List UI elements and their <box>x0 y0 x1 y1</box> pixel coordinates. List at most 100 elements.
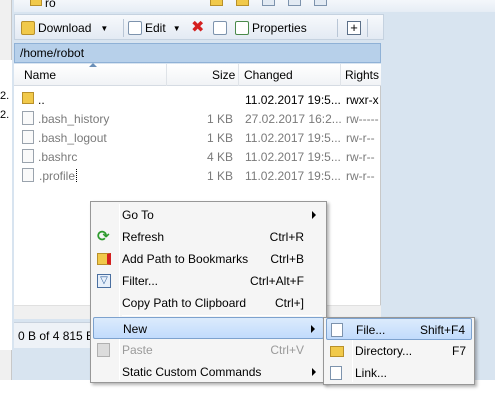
file-changed: 11.02.2017 19:5... <box>245 93 341 107</box>
column-divider[interactable] <box>340 64 341 86</box>
new-link-icon <box>330 365 346 381</box>
path-bar[interactable]: /home/robot <box>14 43 381 63</box>
submenu-arrow-icon <box>311 325 315 333</box>
folder-up-icon <box>22 92 34 106</box>
file-rights: rw-r-- <box>346 131 375 145</box>
download-button[interactable]: Download ▼ <box>21 19 108 37</box>
rename-button[interactable] <box>213 19 227 37</box>
plus-icon: + <box>347 21 361 35</box>
file-rights: rw-r-- <box>346 150 375 164</box>
menu-item-label: Refresh <box>122 230 165 244</box>
file-name: .bashrc <box>38 150 78 164</box>
menu-item-filter[interactable]: ▽ Filter... Ctrl+Alt+F <box>93 270 324 292</box>
submenu-item-shortcut: Shift+F4 <box>419 323 465 337</box>
edit-icon <box>128 21 142 35</box>
file-size: 1 KB <box>206 112 233 126</box>
remote-dir-label[interactable]: ro <box>45 0 56 10</box>
submenu-item-file[interactable]: File... Shift+F4 <box>326 318 472 340</box>
home-dir-icon[interactable] <box>262 0 275 6</box>
left-panel-fragment: 2. <box>0 90 10 102</box>
submenu-item-directory[interactable]: Directory... F7 <box>326 340 472 362</box>
refresh-dir-icon[interactable] <box>288 0 301 6</box>
chevron-down-icon[interactable]: ▼ <box>173 24 181 33</box>
new-button[interactable]: + <box>347 19 361 37</box>
file-size: 4 KB <box>206 150 233 164</box>
filter-icon: ▽ <box>97 273 113 289</box>
menu-item-copy-path[interactable]: Copy Path to Clipboard Ctrl+] <box>93 292 324 314</box>
menu-item-paste[interactable]: Paste Ctrl+V <box>93 339 324 361</box>
submenu-item-link[interactable]: Link... <box>326 362 472 384</box>
root-dir-icon[interactable] <box>236 0 249 6</box>
menu-item-refresh[interactable]: ⟳ Refresh Ctrl+R <box>93 226 324 248</box>
table-row[interactable]: .bash_logout 1 KB 11.02.2017 19:5... rw-… <box>14 128 381 147</box>
edit-button[interactable]: Edit ▼ <box>128 19 181 37</box>
menu-separator <box>122 315 322 316</box>
submenu-item-label: Link... <box>355 366 388 380</box>
toolbar-divider <box>337 19 338 37</box>
table-row[interactable]: .profile 1 KB 11.02.2017 19:5... rw-r-- <box>14 166 381 185</box>
find-files-icon[interactable] <box>314 0 327 6</box>
left-panel-fragment: 2. <box>0 109 10 121</box>
menu-item-shortcut: Ctrl+] <box>274 296 304 310</box>
left-file-panel[interactable]: 2. 2. <box>0 60 12 350</box>
delete-button[interactable]: ✖ <box>191 19 204 37</box>
column-header: Name Size Changed Rights <box>14 63 381 86</box>
submenu-item-label: Directory... <box>355 344 413 358</box>
file-name: .bash_history <box>38 112 110 126</box>
file-rights: rwxr-x <box>346 93 379 107</box>
properties-icon <box>235 21 249 35</box>
file-rights: rw-r-- <box>346 169 375 183</box>
edit-label: Edit <box>145 21 166 35</box>
column-divider[interactable] <box>238 64 239 86</box>
table-row[interactable]: .. 11.02.2017 19:5... rwxr-x <box>14 90 381 109</box>
submenu-item-shortcut: F7 <box>451 344 466 358</box>
menu-item-go-to[interactable]: Go To <box>93 204 324 226</box>
properties-button[interactable]: Properties <box>235 19 307 37</box>
column-divider[interactable] <box>166 64 167 86</box>
status-text: 0 B of 4 815 B <box>18 329 95 343</box>
toolbar-divider <box>123 19 124 37</box>
file-name: .bash_logout <box>38 131 107 145</box>
column-changed[interactable]: Changed <box>244 68 293 82</box>
submenu-arrow-icon <box>312 368 316 376</box>
column-size[interactable]: Size <box>212 68 235 82</box>
menu-item-label: New <box>123 322 148 336</box>
menu-item-label: Add Path to Bookmarks <box>122 252 249 266</box>
menu-item-static-commands[interactable]: Static Custom Commands <box>93 361 324 383</box>
top-toolbar: ro <box>14 0 495 12</box>
file-toolbar: Download ▼ Edit ▼ ✖ Properties + <box>14 14 384 40</box>
new-file-icon <box>331 322 347 338</box>
file-icon <box>22 111 34 125</box>
column-name[interactable]: Name <box>24 68 56 82</box>
chevron-down-icon[interactable]: ▼ <box>100 24 108 33</box>
new-folder-icon <box>330 343 346 359</box>
folder-icon[interactable] <box>30 0 42 6</box>
menu-item-label: Filter... <box>122 274 159 288</box>
file-name: .. <box>38 93 45 107</box>
file-changed: 11.02.2017 19:5... <box>245 150 341 164</box>
file-size: 1 KB <box>206 169 233 183</box>
file-changed: 11.02.2017 19:5... <box>245 169 341 183</box>
rename-icon <box>213 21 227 35</box>
submenu-item-label: File... <box>356 323 386 337</box>
context-menu: Go To ⟳ Refresh Ctrl+R Add Path to Bookm… <box>90 201 327 383</box>
menu-item-add-bookmark[interactable]: Add Path to Bookmarks Ctrl+B <box>93 248 324 270</box>
submenu-arrow-icon <box>312 211 316 219</box>
properties-label: Properties <box>252 21 307 35</box>
menu-item-label: Copy Path to Clipboard <box>122 296 247 310</box>
menu-item-shortcut: Ctrl+Alt+F <box>249 274 304 288</box>
refresh-icon: ⟳ <box>97 228 110 245</box>
file-size: 1 KB <box>206 131 233 145</box>
parent-dir-icon[interactable] <box>210 0 223 6</box>
table-row[interactable]: .bashrc 4 KB 11.02.2017 19:5... rw-r-- <box>14 147 381 166</box>
submenu-new: File... Shift+F4 Directory... F7 Link... <box>323 317 475 385</box>
menu-item-new[interactable]: New <box>93 317 324 339</box>
file-icon <box>22 130 34 144</box>
bookmark-folder-icon <box>97 251 113 267</box>
file-icon <box>22 168 34 182</box>
delete-icon: ✖ <box>191 19 205 36</box>
file-changed: 27.02.2017 16:2... <box>245 112 342 126</box>
file-icon <box>22 149 34 163</box>
table-row[interactable]: .bash_history 1 KB 27.02.2017 16:2... rw… <box>14 109 381 128</box>
column-rights[interactable]: Rights <box>345 68 379 82</box>
